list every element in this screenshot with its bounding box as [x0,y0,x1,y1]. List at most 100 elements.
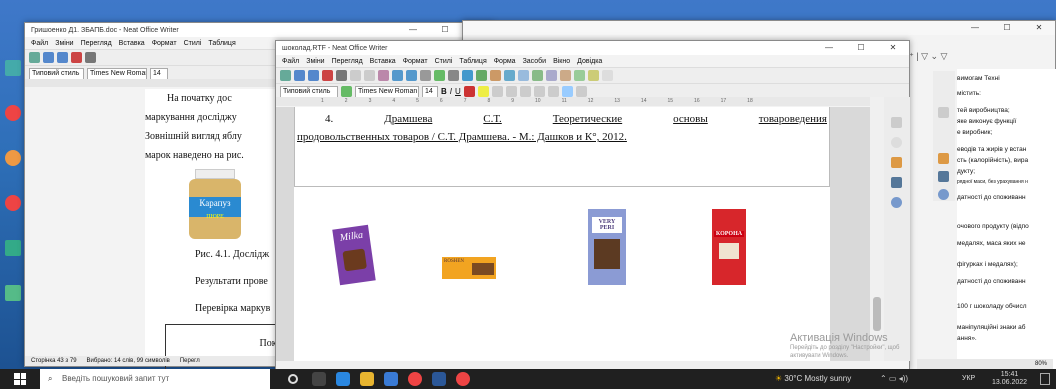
desktop-icon-doc[interactable] [2,285,24,315]
menu-tools[interactable]: Засоби [523,58,547,65]
align-left-icon[interactable] [519,86,531,97]
image-icon[interactable] [476,70,487,81]
comment-icon[interactable] [560,70,571,81]
hyperlink-icon[interactable] [532,70,543,81]
menu-form[interactable]: Форма [494,58,516,65]
paste-icon[interactable] [378,70,389,81]
chrome-icon-2[interactable] [456,372,470,386]
size-select[interactable]: 14 [150,67,168,80]
menu-styles[interactable]: Стилі [435,58,453,65]
maximize-button[interactable]: ☐ [991,21,1023,35]
right-document-text[interactable]: вимогам Техні містить: тей виробництва; … [957,69,1056,369]
gallery-icon[interactable] [891,157,902,168]
save-as-icon[interactable] [57,52,68,63]
system-tray-icons[interactable]: ⌃ ▭ ◂)) [880,369,908,389]
horizontal-scrollbar[interactable] [276,361,870,369]
document-page[interactable]: 4. Драмшева С.Т. Теоретические основы то… [294,107,830,361]
properties-icon[interactable] [938,107,949,118]
menu-edit[interactable]: Зміни [306,58,324,65]
underline-button[interactable]: U [455,87,461,96]
undo-icon[interactable] [392,70,403,81]
clock[interactable]: 15:41 13.06.2022 [992,371,1027,387]
save-icon[interactable] [43,52,54,63]
font-select[interactable]: Times New Roman [87,67,147,80]
maximize-button[interactable]: ☐ [429,23,461,37]
update-style-icon[interactable] [341,86,352,97]
save-as-icon[interactable] [308,70,319,81]
textbox-icon[interactable] [504,70,515,81]
properties-icon[interactable] [891,117,902,128]
minimize-button[interactable]: — [959,21,991,35]
highlight-icon[interactable] [477,86,489,97]
chrome-icon[interactable] [408,372,422,386]
navigator-icon[interactable] [602,70,613,81]
scroll-thumb[interactable] [873,297,881,331]
numbered-list-icon[interactable] [505,86,517,97]
menu-insert[interactable]: Вставка [370,58,396,65]
menu-file[interactable]: Файл [31,40,48,47]
minimize-button[interactable]: — [813,41,845,55]
menu-file[interactable]: Файл [282,58,299,65]
taskbar-search-box[interactable]: ⌕ Введіть пошуковий запит тут [40,369,270,389]
vertical-scrollbar[interactable] [870,97,884,361]
menu-edit[interactable]: Зміни [55,40,73,47]
navigator-icon[interactable] [891,177,902,188]
weather-widget[interactable]: ☀ 30°C Mostly sunny [775,369,851,389]
minimize-button[interactable]: — [397,23,429,37]
font-color-icon[interactable] [463,86,475,97]
functions-icon[interactable] [891,197,902,208]
menu-format[interactable]: Формат [152,40,177,47]
desktop-icon-chrome-2[interactable] [2,150,24,180]
task-view-icon[interactable] [312,372,326,386]
line-spacing-icon[interactable] [575,86,587,97]
draw-icon[interactable] [588,70,599,81]
style-select[interactable]: Типовий стиль [280,85,338,98]
menu-view[interactable]: Перегляд [332,58,363,65]
edge-icon[interactable] [336,372,350,386]
print-icon[interactable] [85,52,96,63]
justify-icon[interactable] [561,86,573,97]
navigator-icon[interactable] [938,171,949,182]
pdf-icon[interactable] [71,52,82,63]
size-select[interactable]: 14 [422,85,438,98]
bullet-list-icon[interactable] [491,86,503,97]
italic-button[interactable]: I [450,87,452,96]
bold-button[interactable]: B [441,87,447,96]
save-icon[interactable] [294,70,305,81]
cortana-icon[interactable] [288,374,298,384]
spellcheck-icon[interactable] [434,70,445,81]
track-changes-icon[interactable] [574,70,585,81]
align-center-icon[interactable] [533,86,545,97]
start-windows-icon[interactable] [14,373,26,385]
desktop-icon-chrome[interactable] [2,105,24,135]
align-right-icon[interactable] [547,86,559,97]
redo-icon[interactable] [406,70,417,81]
zoom-status[interactable]: 80% [917,359,1053,369]
desktop-icon-app[interactable] [2,60,24,90]
special-char-icon[interactable] [518,70,529,81]
close-button[interactable]: ✕ [1023,21,1055,35]
language-indicator[interactable]: УКР [962,369,975,389]
writer-icon[interactable] [432,372,446,386]
styles-icon[interactable] [891,137,902,148]
menu-table[interactable]: Таблиця [208,40,235,47]
new-icon[interactable] [29,52,40,63]
find-icon[interactable] [420,70,431,81]
menu-help[interactable]: Довідка [577,58,602,65]
print-icon[interactable] [336,70,347,81]
menu-insert[interactable]: Вставка [119,40,145,47]
menu-view[interactable]: Перегляд [81,40,112,47]
menu-window[interactable]: Вікно [553,58,570,65]
cut-icon[interactable] [350,70,361,81]
pdf-icon[interactable] [322,70,333,81]
desktop-icon-folder[interactable] [2,240,24,270]
new-icon[interactable] [280,70,291,81]
desktop-icon-chrome-3[interactable] [2,195,24,225]
chart-icon[interactable] [490,70,501,81]
pilcrow-icon[interactable] [448,70,459,81]
table-icon[interactable] [462,70,473,81]
store-icon[interactable] [384,372,398,386]
menu-styles[interactable]: Стилі [184,40,202,47]
menu-table[interactable]: Таблиця [459,58,486,65]
font-select[interactable]: Times New Roman [355,85,419,98]
